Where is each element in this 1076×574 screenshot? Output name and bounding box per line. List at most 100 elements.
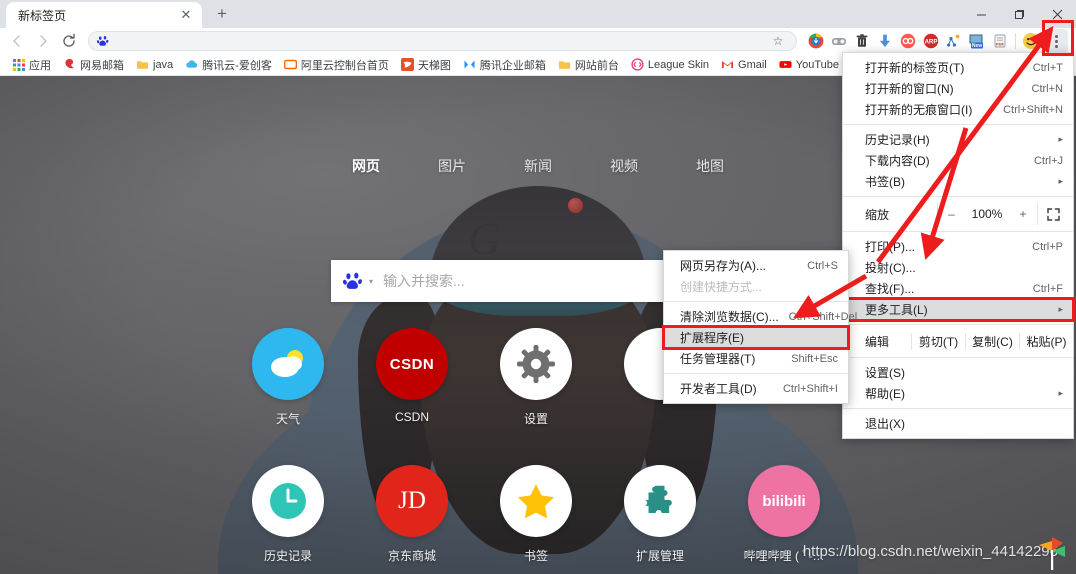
bookmark-league-skin[interactable]: League Skin: [625, 56, 715, 73]
new-badge-extension-icon[interactable]: New: [966, 30, 988, 52]
profile-avatar[interactable]: [1020, 30, 1042, 52]
maximize-icon[interactable]: [1000, 0, 1038, 28]
tile-extensions[interactable]: 扩展管理: [598, 465, 722, 564]
toolbar-divider: [1015, 33, 1016, 49]
forward-icon[interactable]: [30, 28, 56, 54]
download-arrow-extension-icon[interactable]: [874, 30, 896, 52]
fullscreen-icon[interactable]: [1037, 203, 1069, 225]
address-input[interactable]: [115, 35, 768, 47]
menu-edit-row: 编辑 剪切(T) 复制(C) 粘贴(P): [843, 329, 1073, 353]
youtube-icon: [779, 58, 792, 71]
bookmark-star-icon[interactable]: ☆: [768, 31, 788, 51]
paste-button[interactable]: 粘贴(P): [1019, 332, 1073, 350]
menu-item-bookmarks[interactable]: 书签(B) ▸: [843, 171, 1073, 192]
bookmark-website-frontend[interactable]: 网站前台: [552, 55, 625, 75]
chrome-download-helper-icon[interactable]: [805, 30, 827, 52]
aliyun-icon: [283, 58, 297, 71]
tile-jd[interactable]: JD 京东商城: [350, 465, 474, 564]
menu-item-new-tab[interactable]: 打开新的标签页(T) Ctrl+T: [843, 57, 1073, 78]
sitemap-extension-icon[interactable]: [943, 30, 965, 52]
tile-settings[interactable]: 设置: [474, 328, 598, 427]
submenu-item-label: 任务管理器(T): [680, 352, 756, 366]
menu-item-shortcut: Ctrl+T: [1032, 61, 1063, 74]
submenu-item-shortcut: Shift+Esc: [791, 352, 838, 365]
menu-item-more-tools[interactable]: 更多工具(L) ▸: [841, 297, 1075, 322]
bookmark-tianti[interactable]: 天梯图: [395, 55, 457, 75]
zoom-out-button[interactable]: –: [937, 203, 965, 225]
menu-item-label: 书签(B): [865, 175, 905, 189]
nav-news[interactable]: 新闻: [524, 156, 552, 176]
bookmark-tencent-cloud[interactable]: 腾讯云-爱创客: [179, 55, 278, 75]
menu-item-find[interactable]: 查找(F)... Ctrl+F: [843, 278, 1073, 299]
menu-item-print[interactable]: 打印(P)... Ctrl+P: [843, 236, 1073, 257]
gmail-icon: [721, 58, 734, 71]
menu-item-shortcut: Ctrl+J: [1033, 154, 1063, 167]
tile-label: CSDN: [394, 410, 429, 424]
menu-divider: [843, 357, 1073, 358]
submenu-item-task-manager[interactable]: 任务管理器(T) Shift+Esc: [664, 348, 848, 369]
address-bar[interactable]: ☆: [88, 31, 797, 51]
tile-weather[interactable]: 天气: [226, 328, 350, 427]
infinity-extension-icon[interactable]: [897, 30, 919, 52]
bookmark-apps[interactable]: 应用: [6, 55, 57, 75]
bookmark-label: 天梯图: [417, 59, 451, 72]
bookmark-label: 网站前台: [574, 59, 619, 72]
trash-extension-icon[interactable]: [851, 30, 873, 52]
reload-icon[interactable]: [56, 28, 82, 54]
arp-extension-icon[interactable]: ARP: [920, 30, 942, 52]
minimize-icon[interactable]: [962, 0, 1000, 28]
new-tab-button[interactable]: +: [208, 0, 236, 28]
submenu-divider: [664, 373, 848, 374]
zoom-in-button[interactable]: +: [1009, 203, 1037, 225]
nav-images[interactable]: 图片: [438, 156, 466, 176]
nav-webpage[interactable]: 网页: [352, 156, 380, 176]
copy-button[interactable]: 复制(C): [965, 332, 1019, 350]
bookmark-netease-mail[interactable]: 网易邮箱: [57, 55, 130, 75]
close-window-icon[interactable]: [1038, 0, 1076, 28]
cut-button[interactable]: 剪切(T): [911, 332, 965, 350]
menu-item-new-window[interactable]: 打开新的窗口(N) Ctrl+N: [843, 78, 1073, 99]
submenu-item-shortcut: Ctrl+Shift+I: [782, 382, 838, 395]
submenu-item-developer-tools[interactable]: 开发者工具(D) Ctrl+Shift+I: [664, 378, 848, 399]
tile-bookmarks[interactable]: 书签: [474, 465, 598, 564]
nav-map[interactable]: 地图: [696, 156, 724, 176]
menu-item-downloads[interactable]: 下载内容(D) Ctrl+J: [843, 150, 1073, 171]
bookmark-label: 阿里云控制台首页: [300, 59, 389, 72]
menu-item-cast[interactable]: 投射(C)...: [843, 257, 1073, 278]
submenu-item-save-page-as[interactable]: 网页另存为(A)... Ctrl+S: [664, 255, 848, 276]
menu-item-new-incognito-window[interactable]: 打开新的无痕窗口(I) Ctrl+Shift+N: [843, 99, 1073, 120]
back-icon[interactable]: [4, 28, 30, 54]
menu-divider: [843, 324, 1073, 325]
binoculars-extension-icon[interactable]: [828, 30, 850, 52]
window-controls: [962, 0, 1076, 28]
nav-video[interactable]: 视频: [610, 156, 638, 176]
menu-item-label: 投射(C)...: [865, 261, 916, 275]
close-icon[interactable]: ✕: [178, 7, 194, 23]
bookmark-label: League Skin: [647, 58, 710, 71]
chrome-menu-button[interactable]: [1044, 29, 1068, 53]
pdf-extension-icon[interactable]: PDF: [989, 30, 1011, 52]
menu-item-help[interactable]: 帮助(E) ▸: [843, 383, 1073, 404]
submenu-item-label: 网页另存为(A)...: [680, 259, 766, 273]
tile-csdn[interactable]: CSDN CSDN: [350, 328, 474, 427]
menu-item-history[interactable]: 历史记录(H) ▸: [843, 129, 1073, 150]
browser-tab[interactable]: 新标签页 ✕: [6, 2, 202, 28]
submenu-item-clear-browsing-data[interactable]: 清除浏览数据(C)... Ctrl+Shift+Del: [664, 306, 857, 327]
baidu-paw-icon[interactable]: [343, 271, 363, 291]
submenu-item-extensions[interactable]: 扩展程序(E): [662, 325, 850, 350]
menu-item-settings[interactable]: 设置(S): [843, 362, 1073, 383]
bookmark-java[interactable]: java: [130, 56, 179, 73]
bookmark-gmail[interactable]: Gmail: [715, 56, 773, 73]
bookmark-tencent-exmail[interactable]: 腾讯企业邮箱: [457, 55, 552, 75]
zoom-label: 缩放: [865, 207, 890, 222]
tile-history[interactable]: 历史记录: [226, 465, 350, 564]
menu-item-label: 退出(X): [865, 417, 905, 431]
menu-zoom-row: 缩放 – 100% +: [843, 201, 1073, 227]
netease-mail-icon: [63, 58, 76, 71]
bookmark-aliyun[interactable]: 阿里云控制台首页: [278, 55, 395, 75]
menu-item-exit[interactable]: 退出(X): [843, 413, 1073, 434]
menu-item-label: 打开新的窗口(N): [865, 82, 954, 96]
chevron-down-icon[interactable]: ▾: [369, 277, 373, 286]
csdn-pinwheel-logo: [1032, 532, 1072, 572]
bookmark-youtube[interactable]: YouTube: [773, 56, 845, 73]
